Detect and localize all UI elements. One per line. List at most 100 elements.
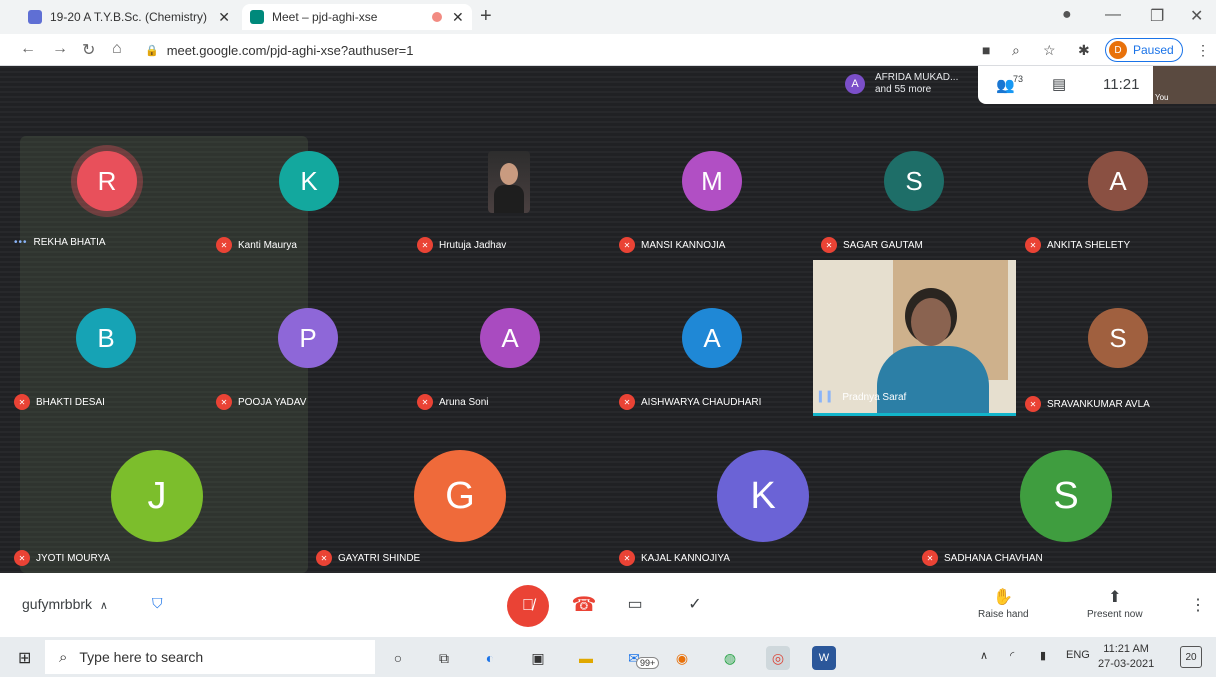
- participant-avatar: B: [76, 308, 136, 368]
- participant-name-tag: ✕ Aruna Soni: [417, 394, 488, 410]
- meeting-code[interactable]: gufymrbbrk ∧: [22, 596, 108, 612]
- battery-icon[interactable]: ▮: [1040, 649, 1046, 662]
- self-view-thumbnail[interactable]: You: [1153, 66, 1216, 104]
- self-view-label: You: [1155, 93, 1169, 102]
- camera-toggle-button[interactable]: ▭: [618, 587, 652, 621]
- participant-avatar: R: [77, 151, 137, 211]
- participant-avatar: A: [1088, 151, 1148, 211]
- profile-avatar: D: [1109, 41, 1127, 59]
- profile-paused-button[interactable]: D Paused: [1105, 38, 1183, 62]
- url-text: meet.google.com/pjd-aghi-xse?authuser=1: [166, 42, 414, 58]
- whatsapp-icon[interactable]: ◍: [718, 646, 742, 670]
- participant-name-tag: ✕ KAJAL KANNOJIYA: [619, 550, 730, 566]
- chrome-icon[interactable]: ◎: [766, 646, 790, 670]
- participant-name: SRAVANKUMAR AVLA: [1047, 398, 1150, 410]
- recording-indicator-icon: [432, 12, 442, 22]
- store-icon[interactable]: ▣: [526, 646, 550, 670]
- participant-name: GAYATRI SHINDE: [338, 552, 421, 564]
- shield-icon[interactable]: ⛉: [152, 595, 163, 612]
- windows-start-icon[interactable]: ⊞: [18, 648, 31, 668]
- tab-classroom[interactable]: 19-20 A T.Y.B.Sc. (Chemistry) Sci ✕: [20, 4, 238, 30]
- raise-hand-button[interactable]: ✋ Raise hand: [978, 587, 1029, 620]
- participant-avatar: S: [1020, 450, 1112, 542]
- task-view-icon[interactable]: ⧉: [432, 646, 456, 670]
- new-tab-button[interactable]: +: [480, 5, 492, 28]
- participant-name-tag: ✕ ANKITA SHELETY: [1025, 237, 1130, 253]
- close-tab-icon[interactable]: ✕: [452, 9, 464, 26]
- hand-icon: ✋: [993, 589, 1014, 606]
- file-explorer-icon[interactable]: ▬: [574, 646, 598, 670]
- participant-name-tag: ✕ JYOTI MOURYA: [14, 550, 110, 566]
- participant-name-tag: ✕ AISHWARYA CHAUDHARI: [619, 394, 761, 410]
- tab-title: Meet – pjd-aghi-xse: [272, 10, 378, 24]
- participant-name: JYOTI MOURYA: [36, 552, 111, 564]
- participant-name-tag: ✕ SADHANA CHAVHAN: [922, 550, 1043, 566]
- browser-tab-strip: 19-20 A T.Y.B.Sc. (Chemistry) Sci ✕ Meet…: [0, 0, 1216, 34]
- close-tab-icon[interactable]: ✕: [218, 9, 230, 26]
- word-icon[interactable]: W: [812, 646, 836, 670]
- mic-toggle-button[interactable]: 🎙̸: [507, 585, 549, 627]
- present-now-label: Present now: [1087, 609, 1143, 620]
- mic-off-icon: ✕: [922, 550, 938, 566]
- people-count: 73: [1013, 74, 1024, 84]
- checkmark-button[interactable]: ✓: [678, 587, 712, 621]
- participant-name-tag: ✕ SAGAR GAUTAM: [821, 237, 923, 253]
- mic-off-icon: ✕: [619, 550, 635, 566]
- participant-avatar: A: [845, 74, 865, 94]
- taskbar-clock[interactable]: 11:21 AM 27-03-2021: [1098, 642, 1154, 672]
- tab-title: 19-20 A T.Y.B.Sc. (Chemistry) Sci: [50, 10, 208, 24]
- more-participants-chip[interactable]: A AFRIDA MUKAD... and 55 more: [845, 72, 958, 96]
- cortana-icon[interactable]: ○: [386, 646, 410, 670]
- participant-avatar: K: [279, 151, 339, 211]
- participant-avatar: S: [884, 151, 944, 211]
- more-chip-count: and 55 more: [875, 84, 932, 95]
- more-options-icon[interactable]: ⋮: [1190, 595, 1206, 615]
- participant-name-tag: ✕ GAYATRI SHINDE: [316, 550, 420, 566]
- participant-avatar: G: [414, 450, 506, 542]
- participant-name: POOJA YADAV: [238, 396, 307, 408]
- back-icon[interactable]: ←: [20, 40, 36, 58]
- wifi-icon[interactable]: ◜: [1010, 649, 1014, 662]
- participant-name: REKHA BHATIA: [33, 237, 106, 248]
- participant-video-tile[interactable]: ▍▍ Pradnya Saraf: [813, 260, 1016, 416]
- home-icon[interactable]: ⌂: [112, 40, 122, 58]
- restore-button[interactable]: ❐: [1150, 6, 1164, 26]
- participant-photo: [488, 151, 530, 213]
- paused-label: Paused: [1133, 43, 1174, 57]
- tab-meet[interactable]: Meet – pjd-aghi-xse ✕: [242, 4, 472, 30]
- extensions-icon[interactable]: ✱: [1078, 42, 1090, 59]
- present-now-button[interactable]: ⬆ Present now: [1087, 587, 1143, 620]
- taskbar-search-box[interactable]: ⌕ Type here to search: [45, 640, 375, 674]
- chat-icon[interactable]: ▤: [1052, 75, 1066, 93]
- tray-chevron-icon[interactable]: ∧: [980, 649, 988, 662]
- participant-name-tag: ••• REKHA BHATIA: [14, 237, 106, 248]
- url-field[interactable]: 🔒 meet.google.com/pjd-aghi-xse?authuser=…: [145, 38, 965, 62]
- notification-center-icon[interactable]: 20: [1180, 646, 1202, 668]
- language-indicator[interactable]: ENG: [1066, 649, 1090, 661]
- search-icon: ⌕: [59, 648, 68, 666]
- reload-icon[interactable]: ↻: [82, 40, 95, 60]
- participant-avatar: S: [1088, 308, 1148, 368]
- participant-name: SADHANA CHAVHAN: [944, 552, 1043, 564]
- forward-icon[interactable]: →: [52, 40, 68, 58]
- mic-off-icon: ✕: [316, 550, 332, 566]
- participant-name: SAGAR GAUTAM: [843, 239, 923, 251]
- people-icon[interactable]: 👥: [996, 76, 1015, 94]
- browser-menu-icon[interactable]: ⋮: [1196, 42, 1210, 59]
- camera-indicator-icon[interactable]: ■: [982, 42, 990, 58]
- zoom-icon[interactable]: ⌕: [1012, 42, 1020, 59]
- bookmark-star-icon[interactable]: ☆: [1043, 42, 1056, 59]
- profile-dot-icon[interactable]: ●: [1062, 6, 1072, 24]
- mic-off-icon: ✕: [619, 237, 635, 253]
- close-window-button[interactable]: ✕: [1190, 6, 1203, 26]
- mic-off-icon: 🎙̸: [522, 597, 534, 614]
- edge-icon[interactable]: ◐: [478, 646, 502, 670]
- mic-off-icon: ✕: [14, 550, 30, 566]
- speaking-indicator-icon: ▍▍: [819, 392, 837, 403]
- chrome-alt-icon[interactable]: ◉: [670, 646, 694, 670]
- minimize-button[interactable]: —: [1105, 6, 1121, 24]
- participant-name-tag: ✕ Hrutuja Jadhav: [417, 237, 506, 253]
- leave-call-button[interactable]: ☎: [567, 587, 601, 621]
- taskbar-date: 27-03-2021: [1098, 658, 1155, 670]
- video-person-face: [911, 298, 951, 346]
